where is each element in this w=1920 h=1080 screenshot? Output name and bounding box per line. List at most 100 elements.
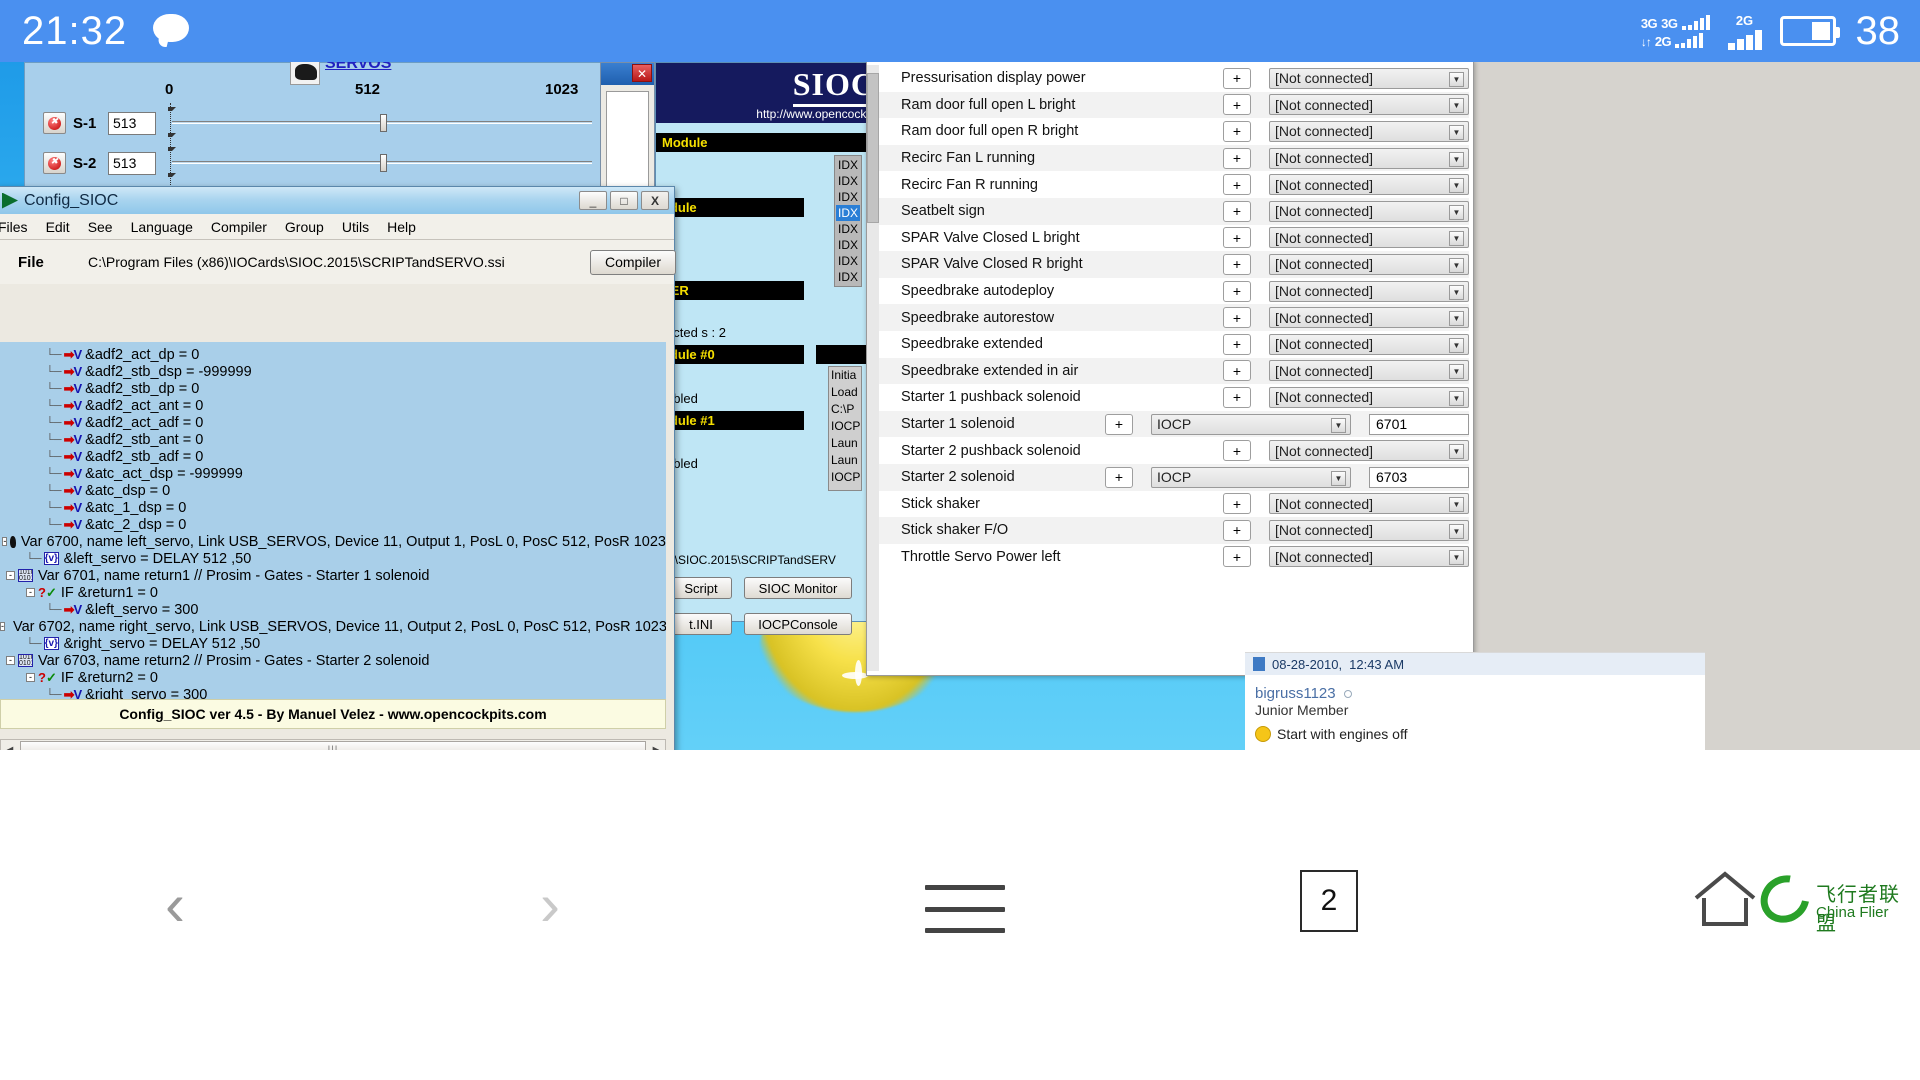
menu-edit[interactable]: Edit [46, 219, 70, 235]
menu-compiler[interactable]: Compiler [211, 219, 267, 235]
expander-icon[interactable]: - [26, 588, 35, 597]
panel-vertical-scrollbar[interactable] [867, 65, 879, 671]
assignment-select[interactable]: [Not connected] ▼ [1269, 546, 1469, 568]
tree-node[interactable]: └─ {v} &right_servo = DELAY 512 ,50 [0, 635, 666, 652]
expander-icon[interactable]: - [6, 656, 15, 665]
servo-value-2[interactable]: 513 [108, 151, 156, 175]
add-assignment-button[interactable]: + [1223, 493, 1251, 515]
chevron-down-icon[interactable]: ▼ [1449, 98, 1464, 114]
assignment-select[interactable]: [Not connected] ▼ [1269, 147, 1469, 169]
assignment-select[interactable]: [Not connected] ▼ [1269, 360, 1469, 382]
tree-node[interactable]: └─ ➡V &adf2_act_ant = 0 [0, 397, 666, 414]
add-assignment-button[interactable]: + [1223, 307, 1251, 329]
home-icon[interactable] [1690, 868, 1760, 930]
tree-node[interactable]: └─ ➡V &adf2_stb_dp = 0 [0, 380, 666, 397]
tree-node[interactable]: - ?✓ IF &return1 = 0 [0, 584, 666, 601]
idx-item[interactable]: IDX [836, 237, 860, 253]
page-number-indicator[interactable]: 2 [1300, 870, 1358, 932]
assignment-select[interactable]: [Not connected] ▼ [1269, 280, 1469, 302]
idx-item[interactable]: IDX [836, 221, 860, 237]
expander-icon[interactable]: - [2, 537, 8, 546]
chevron-down-icon[interactable]: ▼ [1449, 444, 1464, 460]
tree-node[interactable]: └─ ➡V &right_servo = 300 [0, 686, 666, 700]
add-assignment-button[interactable]: + [1223, 360, 1251, 382]
tree-node[interactable]: └─ ➡V &atc_dsp = 0 [0, 482, 666, 499]
config-sioc-titlebar[interactable]: Config_SIOC _ □ X [0, 187, 674, 214]
assignment-select[interactable]: [Not connected] ▼ [1269, 333, 1469, 355]
chevron-down-icon[interactable]: ▼ [1449, 124, 1464, 140]
add-assignment-button[interactable]: + [1223, 120, 1251, 142]
sioc-script-button[interactable]: Script [670, 577, 732, 599]
sioc-log-list[interactable]: Initia Load C:\P IOCP Laun Laun IOCP [828, 366, 862, 491]
assignment-select[interactable]: [Not connected] ▼ [1269, 120, 1469, 142]
chevron-down-icon[interactable]: ▼ [1331, 417, 1346, 433]
expander-icon[interactable]: - [26, 673, 35, 682]
assignment-select[interactable]: [Not connected] ▼ [1269, 253, 1469, 275]
assignment-select[interactable]: [Not connected] ▼ [1269, 227, 1469, 249]
assignment-select[interactable]: [Not connected] ▼ [1269, 94, 1469, 116]
chevron-down-icon[interactable]: ▼ [1449, 284, 1464, 300]
servo-reset-button-2[interactable] [43, 152, 66, 174]
chevron-down-icon[interactable]: ▼ [1449, 204, 1464, 220]
tree-node[interactable]: └─ ➡V &atc_2_dsp = 0 [0, 516, 666, 533]
tree-node[interactable]: └─ ➡V &atc_act_dsp = -999999 [0, 465, 666, 482]
idx-item[interactable]: IDX [836, 253, 860, 269]
expander-icon[interactable]: - [0, 622, 5, 631]
tree-node[interactable]: └─ {v} &left_servo = DELAY 512 ,50 [0, 550, 666, 567]
tree-node[interactable]: -10100101 Var 6703, name return2 // Prosi… [0, 652, 666, 669]
tree-node[interactable]: - Var 6702, name right_servo, Link USB_SE… [0, 618, 666, 635]
compiler-button[interactable]: Compiler [590, 249, 676, 275]
idx-item[interactable]: IDX [836, 157, 860, 173]
chevron-down-icon[interactable]: ▼ [1331, 470, 1346, 486]
assignment-select[interactable]: IOCP ▼ [1151, 413, 1351, 435]
tree-node[interactable]: └─ ➡V &atc_1_dsp = 0 [0, 499, 666, 516]
add-assignment-button[interactable]: + [1223, 94, 1251, 116]
tree-node[interactable]: └─ ➡V &adf2_stb_ant = 0 [0, 431, 666, 448]
idx-item[interactable]: IDX [836, 269, 860, 285]
menu-utils[interactable]: Utils [342, 219, 369, 235]
close-button[interactable]: X [641, 191, 669, 210]
expander-icon[interactable]: - [6, 571, 15, 580]
servo-slider-2[interactable] [172, 150, 592, 176]
chevron-down-icon[interactable]: ▼ [1449, 257, 1464, 273]
add-assignment-button[interactable]: + [1223, 227, 1251, 249]
chevron-down-icon[interactable]: ▼ [1449, 497, 1464, 513]
add-assignment-button[interactable]: + [1105, 413, 1133, 435]
servo-reset-button-1[interactable] [43, 112, 66, 134]
chevron-down-icon[interactable]: ▼ [1449, 364, 1464, 380]
sioc-iocpconsole-button[interactable]: IOCPConsole [744, 613, 852, 635]
sioc-ini-button[interactable]: t.INI [670, 613, 732, 635]
maximize-button[interactable]: □ [610, 191, 638, 210]
assignment-select[interactable]: [Not connected] ▼ [1269, 307, 1469, 329]
add-assignment-button[interactable]: + [1223, 519, 1251, 541]
hamburger-menu-icon[interactable] [925, 885, 1005, 933]
assignment-select[interactable]: [Not connected] ▼ [1269, 200, 1469, 222]
menu-files[interactable]: Files [0, 219, 28, 235]
add-assignment-button[interactable]: + [1223, 440, 1251, 462]
tree-node[interactable]: - Var 6700, name left_servo, Link USB_SER… [0, 533, 666, 550]
add-assignment-button[interactable]: + [1223, 333, 1251, 355]
chevron-down-icon[interactable]: ▼ [1449, 231, 1464, 247]
horizontal-scrollbar[interactable]: ◄ ||| ► [0, 739, 666, 750]
script-tree[interactable]: └─ ➡V &adf2_act_dp = 0 └─ ➡V &adf2_stb_dsp = … [0, 342, 666, 699]
tree-node[interactable]: └─ ➡V &adf2_act_adf = 0 [0, 414, 666, 431]
scrollbar-thumb[interactable]: ||| [20, 741, 646, 750]
servo-value-1[interactable]: 513 [108, 111, 156, 135]
add-assignment-button[interactable]: + [1223, 253, 1251, 275]
menu-see[interactable]: See [88, 219, 113, 235]
tree-node[interactable]: └─ ➡V &adf2_act_dp = 0 [0, 346, 666, 363]
add-assignment-button[interactable]: + [1223, 386, 1251, 408]
idx-item[interactable]: IDX [836, 189, 860, 205]
servo-slider-1[interactable] [172, 110, 592, 136]
add-assignment-button[interactable]: + [1223, 546, 1251, 568]
sioc-idx-list[interactable]: IDX IDX IDX IDX IDX IDX IDX IDX [834, 155, 862, 287]
chevron-down-icon[interactable]: ▼ [1449, 523, 1464, 539]
assignment-select[interactable]: [Not connected] ▼ [1269, 174, 1469, 196]
add-assignment-button[interactable]: + [1223, 174, 1251, 196]
menu-group[interactable]: Group [285, 219, 324, 235]
assignment-select[interactable]: [Not connected] ▼ [1269, 493, 1469, 515]
chevron-down-icon[interactable]: ▼ [1449, 311, 1464, 327]
assignment-number-input[interactable]: 6703 [1369, 466, 1469, 488]
chevron-down-icon[interactable]: ▼ [1449, 71, 1464, 87]
tree-node[interactable]: - ?✓ IF &return2 = 0 [0, 669, 666, 686]
